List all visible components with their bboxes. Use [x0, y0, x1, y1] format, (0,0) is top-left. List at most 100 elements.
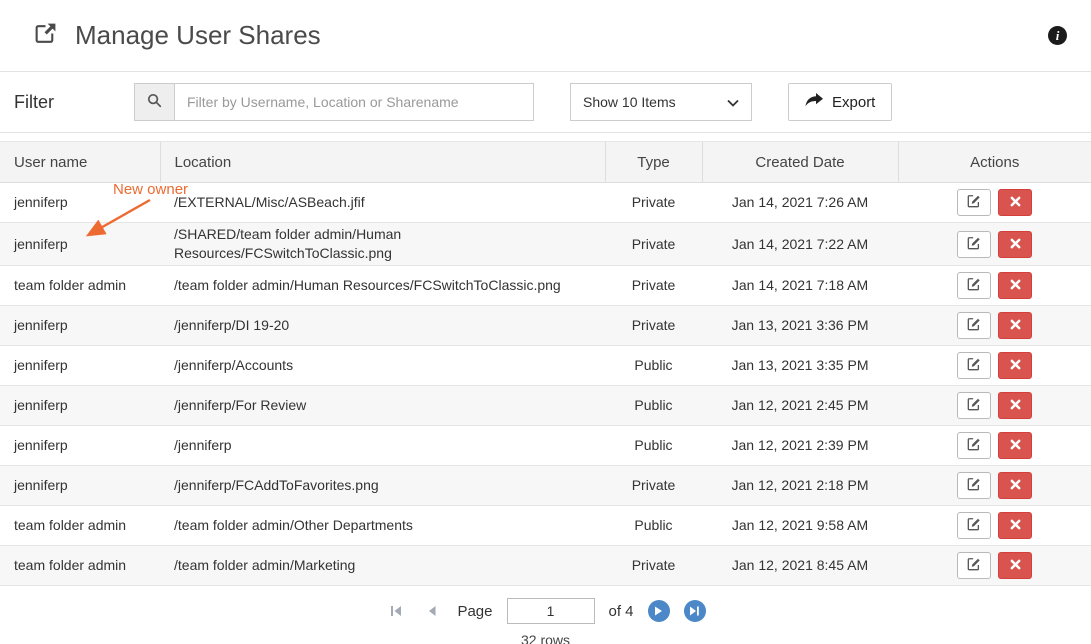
- rows-count-label: 32 rows: [0, 632, 1091, 644]
- table-row: jenniferp/jenniferp/AccountsPublicJan 13…: [0, 346, 1091, 386]
- edit-share-button[interactable]: [957, 552, 991, 579]
- column-header-username: User name: [0, 142, 160, 183]
- delete-share-button[interactable]: [998, 392, 1032, 419]
- delete-share-button[interactable]: [998, 552, 1032, 579]
- cell-actions: [898, 306, 1091, 346]
- cell-username: jenniferp: [0, 306, 160, 346]
- search-icon: [147, 93, 162, 111]
- edit-share-button[interactable]: [957, 392, 991, 419]
- delete-x-icon: [1010, 438, 1021, 453]
- cell-actions: [898, 266, 1091, 306]
- column-header-created-date: Created Date: [702, 142, 898, 183]
- edit-share-button[interactable]: [957, 512, 991, 539]
- cell-username: jenniferp: [0, 183, 160, 223]
- cell-created-date: Jan 14, 2021 7:18 AM: [702, 266, 898, 306]
- cell-type: Private: [605, 183, 702, 223]
- table-row: jenniferp/jenniferp/For ReviewPublicJan …: [0, 386, 1091, 426]
- delete-share-button[interactable]: [998, 231, 1032, 258]
- cell-actions: [898, 386, 1091, 426]
- cell-location: /jenniferp/DI 19-20: [160, 306, 605, 346]
- delete-x-icon: [1010, 398, 1021, 413]
- cell-type: Public: [605, 426, 702, 466]
- table-row: jenniferp/jenniferp/DI 19-20PrivateJan 1…: [0, 306, 1091, 346]
- cell-username: jenniferp: [0, 426, 160, 466]
- filter-search-input[interactable]: [174, 83, 534, 121]
- table-row: team folder admin/team folder admin/Mark…: [0, 546, 1091, 586]
- export-label: Export: [832, 94, 875, 111]
- edit-icon: [967, 277, 981, 294]
- delete-share-button[interactable]: [998, 472, 1032, 499]
- table-row: jenniferp/jenniferpPublicJan 12, 2021 2:…: [0, 426, 1091, 466]
- edit-icon: [967, 557, 981, 574]
- cell-created-date: Jan 12, 2021 2:39 PM: [702, 426, 898, 466]
- column-header-actions: Actions: [898, 142, 1091, 183]
- cell-created-date: Jan 14, 2021 7:22 AM: [702, 223, 898, 266]
- delete-share-button[interactable]: [998, 512, 1032, 539]
- cell-created-date: Jan 14, 2021 7:26 AM: [702, 183, 898, 223]
- info-icon[interactable]: i: [1048, 26, 1067, 45]
- column-header-location: Location: [160, 142, 605, 183]
- edit-icon: [967, 236, 981, 253]
- cell-location: /SHARED/team folder admin/Human Resource…: [160, 223, 605, 266]
- cell-location: /jenniferp/For Review: [160, 386, 605, 426]
- cell-location: /EXTERNAL/Misc/ASBeach.jfif: [160, 183, 605, 223]
- edit-share-button[interactable]: [957, 352, 991, 379]
- page-number-input[interactable]: [507, 598, 595, 624]
- table-row: team folder admin/team folder admin/Othe…: [0, 506, 1091, 546]
- search-button[interactable]: [134, 83, 174, 121]
- table-header-row: User name Location Type Created Date Act…: [0, 142, 1091, 183]
- edit-share-button[interactable]: [957, 231, 991, 258]
- cell-username: team folder admin: [0, 546, 160, 586]
- cell-created-date: Jan 12, 2021 2:45 PM: [702, 386, 898, 426]
- cell-location: /jenniferp: [160, 426, 605, 466]
- edit-icon: [967, 357, 981, 374]
- pagination: Page of 4: [0, 598, 1091, 624]
- export-button[interactable]: Export: [788, 83, 892, 121]
- last-page-button[interactable]: [684, 600, 706, 622]
- cell-actions: [898, 466, 1091, 506]
- previous-page-button[interactable]: [421, 600, 443, 622]
- manage-user-shares-page: Manage User Shares i Filter Show 10 Item…: [0, 0, 1091, 644]
- delete-x-icon: [1010, 195, 1021, 210]
- filter-bar: Filter Show 10 Items: [0, 72, 1091, 133]
- cell-actions: [898, 546, 1091, 586]
- edit-share-button[interactable]: [957, 432, 991, 459]
- edit-share-button[interactable]: [957, 472, 991, 499]
- show-items-select[interactable]: Show 10 Items: [570, 83, 752, 121]
- filter-label: Filter: [14, 92, 134, 113]
- delete-share-button[interactable]: [998, 312, 1032, 339]
- edit-icon: [967, 397, 981, 414]
- delete-share-button[interactable]: [998, 189, 1032, 216]
- cell-actions: [898, 506, 1091, 546]
- edit-share-button[interactable]: [957, 189, 991, 216]
- cell-username: jenniferp: [0, 466, 160, 506]
- delete-x-icon: [1010, 558, 1021, 573]
- first-page-button[interactable]: [385, 600, 407, 622]
- cell-created-date: Jan 12, 2021 9:58 AM: [702, 506, 898, 546]
- cell-location: /jenniferp/FCAddToFavorites.png: [160, 466, 605, 506]
- search-group: [134, 83, 534, 121]
- delete-share-button[interactable]: [998, 432, 1032, 459]
- delete-x-icon: [1010, 358, 1021, 373]
- cell-actions: [898, 183, 1091, 223]
- delete-share-button[interactable]: [998, 272, 1032, 299]
- cell-type: Private: [605, 306, 702, 346]
- edit-share-button[interactable]: [957, 312, 991, 339]
- cell-created-date: Jan 13, 2021 3:36 PM: [702, 306, 898, 346]
- table-row: jenniferp/SHARED/team folder admin/Human…: [0, 223, 1091, 266]
- next-page-button[interactable]: [648, 600, 670, 622]
- delete-share-button[interactable]: [998, 352, 1032, 379]
- edit-share-button[interactable]: [957, 272, 991, 299]
- cell-type: Private: [605, 546, 702, 586]
- cell-actions: [898, 223, 1091, 266]
- edit-icon: [967, 437, 981, 454]
- delete-x-icon: [1010, 278, 1021, 293]
- cell-type: Private: [605, 266, 702, 306]
- cell-created-date: Jan 12, 2021 8:45 AM: [702, 546, 898, 586]
- edit-icon: [967, 477, 981, 494]
- page-of-label: of 4: [609, 603, 634, 620]
- cell-type: Private: [605, 466, 702, 506]
- cell-username: team folder admin: [0, 506, 160, 546]
- delete-x-icon: [1010, 478, 1021, 493]
- table-row: team folder admin/team folder admin/Huma…: [0, 266, 1091, 306]
